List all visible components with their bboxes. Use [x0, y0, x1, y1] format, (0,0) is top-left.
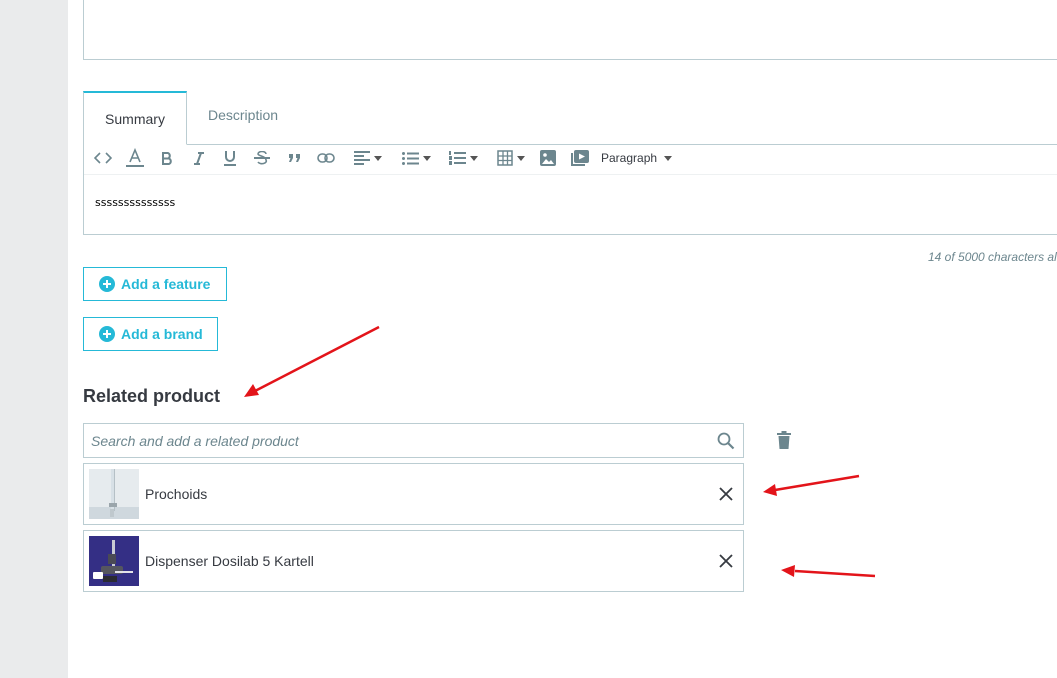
related-product-item: Prochoids: [83, 463, 744, 525]
product-thumbnail: [89, 469, 139, 519]
chevron-down-icon: [664, 155, 673, 161]
editor-content[interactable]: ssssssssssssss: [95, 196, 175, 209]
summary-editor: Paragraph ssssssssssssss: [83, 144, 1057, 235]
add-brand-button[interactable]: Add a brand: [83, 317, 218, 351]
tab-summary[interactable]: Summary: [83, 91, 187, 145]
annotation-arrow: [763, 474, 860, 496]
media-icon[interactable]: [570, 149, 590, 167]
table-dropdown[interactable]: [493, 149, 529, 167]
add-circle-icon: [99, 276, 115, 292]
close-icon[interactable]: [718, 486, 734, 507]
code-icon[interactable]: [93, 149, 113, 167]
italic-icon[interactable]: [191, 149, 207, 167]
left-sidebar-rail: [0, 0, 68, 678]
strikethrough-icon[interactable]: [254, 149, 270, 167]
tab-description[interactable]: Description: [208, 91, 278, 144]
bold-icon[interactable]: [159, 149, 175, 167]
product-name: Prochoids: [145, 486, 208, 502]
annotation-arrow: [244, 325, 380, 397]
product-name: Dispenser Dosilab 5 Kartell: [145, 553, 314, 569]
product-thumbnail: [89, 536, 139, 586]
trash-icon[interactable]: [777, 431, 791, 454]
bullet-list-icon: [401, 151, 419, 165]
align-icon: [354, 151, 370, 165]
search-icon[interactable]: [717, 432, 735, 455]
link-icon[interactable]: [316, 149, 336, 167]
table-icon: [497, 150, 513, 166]
annotation-arrow: [781, 565, 876, 578]
editor-tabs: Summary Description: [83, 91, 1057, 145]
chevron-down-icon: [422, 155, 431, 161]
format-select-label: Paragraph: [601, 151, 658, 165]
text-color-icon[interactable]: [124, 148, 146, 167]
related-product-search: [83, 423, 744, 458]
search-input[interactable]: [84, 424, 711, 457]
add-brand-label: Add a brand: [121, 326, 203, 342]
chevron-down-icon: [374, 155, 382, 161]
chevron-down-icon: [517, 155, 525, 161]
add-feature-label: Add a feature: [121, 276, 211, 292]
character-counter: 14 of 5000 characters al: [928, 250, 1057, 264]
editor-toolbar: Paragraph: [84, 144, 1057, 175]
underline-icon[interactable]: [222, 149, 238, 167]
add-circle-icon: [99, 326, 115, 342]
related-product-item: Dispenser Dosilab 5 Kartell: [83, 530, 744, 592]
bullet-list-dropdown[interactable]: [397, 149, 435, 167]
related-product-title: Related product: [83, 386, 221, 406]
add-feature-button[interactable]: Add a feature: [83, 267, 227, 301]
close-icon[interactable]: [718, 553, 734, 574]
align-dropdown[interactable]: [349, 149, 387, 167]
format-select[interactable]: Paragraph: [601, 149, 681, 167]
numbered-list-icon: [448, 151, 466, 165]
numbered-list-dropdown[interactable]: [444, 149, 482, 167]
blockquote-icon[interactable]: [287, 149, 303, 167]
previous-field-textarea[interactable]: [83, 0, 1057, 60]
chevron-down-icon: [469, 155, 478, 161]
image-icon[interactable]: [539, 149, 557, 167]
